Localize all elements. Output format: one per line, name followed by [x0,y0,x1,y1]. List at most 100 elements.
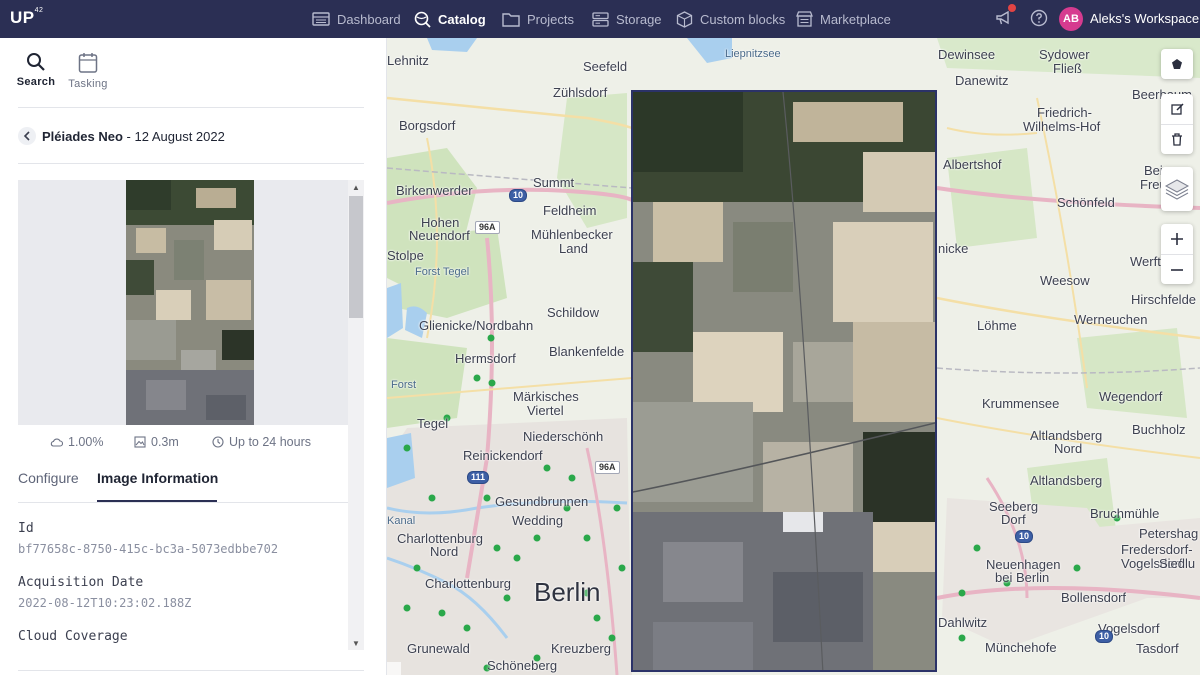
map-view[interactable]: Lehnitz Seefeld Zühlsdorf Borgsdorf Summt Bir… [387,38,1200,675]
scroll-down-arrow-icon[interactable]: ▼ [348,636,364,650]
subtab-configure[interactable]: Configure [18,470,79,486]
scrollbar-thumb[interactable] [349,196,363,318]
place-label: Löhme [977,318,1017,333]
place-label: Altlandsberg [1030,473,1103,488]
area-label: Forst Tegel [415,266,470,278]
place-label: Land [559,241,588,256]
cloud-coverage-value: 1.00% [68,435,104,449]
edit-tools-control [1161,94,1193,154]
nav-storage[interactable]: Storage [592,0,662,38]
delete-shape-button[interactable] [1161,124,1193,154]
place-label: nicke [938,241,969,256]
place-label: Märkisches [513,389,579,404]
satellite-scene-overlay [633,92,935,670]
place-label: Blankenfelde [549,344,625,359]
nav-custom-blocks[interactable]: Custom blocks [676,0,785,38]
catalog-icon [414,11,431,28]
help-icon [1030,9,1048,27]
user-avatar[interactable]: AB [1059,7,1083,31]
place-label: Dewinsee [938,47,996,62]
notifications-button[interactable] [995,9,1015,29]
edit-icon [1170,102,1184,115]
map-attribution-icon[interactable] [387,662,401,675]
draw-polygon-button[interactable] [1161,49,1193,79]
nav-catalog-label: Catalog [438,11,486,27]
tab-search[interactable]: Search [11,52,61,88]
place-label: Birkenwerder [396,183,473,198]
minus-icon [1171,268,1183,271]
image-detail-title: Pléiades Neo - 12 August 2022 [42,129,225,144]
trash-icon [1172,133,1182,146]
nav-custom-blocks-label: Custom blocks [700,11,786,27]
place-label: Nord [430,544,459,559]
place-label: Feldheim [543,203,597,218]
subtab-image-information[interactable]: Image Information [97,470,218,486]
place-label: Schildow [547,305,600,320]
workspace-switcher[interactable]: Aleks's Workspace [1090,11,1199,26]
place-label: Neuendorf [409,228,470,243]
place-label: Bollensdorf [1061,590,1127,605]
divider [18,502,348,503]
place-label: Wedding [512,513,564,528]
scroll-up-arrow-icon[interactable]: ▲ [348,180,364,194]
up42-logo[interactable]: UP42 [10,7,43,28]
acquisition-date-label: - 12 August 2022 [122,129,225,144]
layers-button[interactable] [1161,167,1193,211]
chevron-left-icon [23,131,30,141]
place-label: Gesundbrunnen [495,494,589,509]
store-icon [796,11,813,27]
place-label: Bruchmühle [1090,506,1160,521]
place-label: Dahlwitz [938,615,988,630]
satellite-image-footprint[interactable] [631,90,937,672]
info-value-id: bf77658c-8750-415c-bc3a-5073edbbe702 [18,542,279,556]
help-button[interactable] [1030,9,1050,29]
edit-shape-button[interactable] [1161,94,1193,124]
place-label: Schönfeld [1057,195,1115,210]
info-value-acquisition-date: 2022-08-12T10:23:02.188Z [18,596,192,610]
road-number-badge: 10 [509,189,528,202]
place-label: Münchehofe [985,640,1057,655]
calendar-icon [78,53,98,73]
nav-dashboard[interactable]: Dashboard [312,0,401,38]
nav-marketplace[interactable]: Marketplace [796,0,891,38]
layers-icon [1164,179,1190,200]
tab-search-label: Search [16,76,56,88]
zoom-out-button[interactable] [1161,254,1193,284]
area-label: Forst [391,379,417,391]
place-label: Siedlu [1159,556,1196,571]
nav-projects[interactable]: Projects [502,0,574,38]
road-number-badge: 10 [1015,530,1034,543]
place-label: Summt [533,175,575,190]
place-label: Kreuzberg [551,641,611,656]
draw-polygon-control [1161,49,1193,79]
place-label: Lehnitz [387,53,429,68]
divider [18,163,364,164]
place-label: Albertshof [943,157,1002,172]
info-label-cloud-coverage: Cloud Coverage [18,629,128,644]
nav-dashboard-label: Dashboard [337,11,401,27]
divider [18,107,364,108]
place-label: Nord [1054,441,1083,456]
city-label-berlin: Berlin [534,577,601,607]
place-label: Petershag [1139,526,1199,541]
back-button[interactable] [18,127,36,145]
place-label: Mühlenbecker [531,227,613,242]
top-navigation-bar: UP42 Dashboard Catalog Projects Storage … [0,0,1200,38]
nav-storage-label: Storage [616,11,662,27]
zoom-in-button[interactable] [1161,224,1193,254]
place-label: Stolpe [387,248,424,263]
place-label: Zühlsdorf [553,85,608,100]
dashboard-icon [312,12,330,26]
panel-scrollbar[interactable]: ▲ ▼ [348,180,364,650]
place-label: Glienicke/Nordbahn [419,318,534,333]
image-detail-scroll-area[interactable]: 1.00% 0.3m Up to 24 hours Configure Imag… [18,180,348,650]
tab-tasking[interactable]: Tasking [63,52,113,90]
place-label: Sydower [1039,47,1090,62]
delivery-time-value: Up to 24 hours [229,435,311,449]
place-label: Grunewald [407,641,470,656]
clock-icon [212,436,224,448]
nav-catalog[interactable]: Catalog [414,0,486,38]
nav-marketplace-label: Marketplace [820,11,891,27]
tab-tasking-label: Tasking [68,78,108,90]
place-label: Tasdorf [1136,641,1179,656]
